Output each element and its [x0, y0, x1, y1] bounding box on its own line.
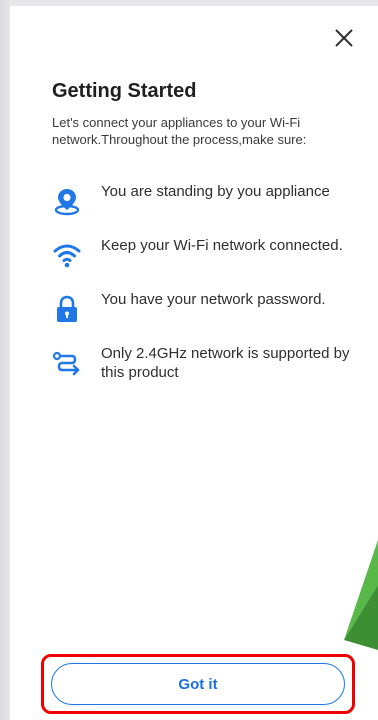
dialog-intro: Let's connect your appliances to your Wi… — [52, 115, 307, 147]
got-it-button[interactable]: Got it — [51, 663, 345, 705]
screen: Getting Started Let's connect your appli… — [0, 0, 378, 720]
decorative-corner-graphic — [344, 540, 378, 650]
route-icon — [52, 348, 82, 378]
requirement-text: Only 2.4GHz network is supported by this… — [101, 345, 350, 381]
requirement-text: Keep your Wi-Fi network connected. — [101, 237, 343, 254]
wifi-icon — [52, 240, 82, 270]
close-icon — [335, 29, 353, 47]
requirement-text: You are standing by you appliance — [101, 183, 330, 200]
close-button[interactable] — [326, 20, 362, 56]
location-pin-icon — [52, 186, 82, 216]
lock-icon — [52, 294, 82, 324]
dialog-title: Getting Started — [52, 80, 197, 102]
requirement-text: You have your network password. — [101, 291, 326, 308]
